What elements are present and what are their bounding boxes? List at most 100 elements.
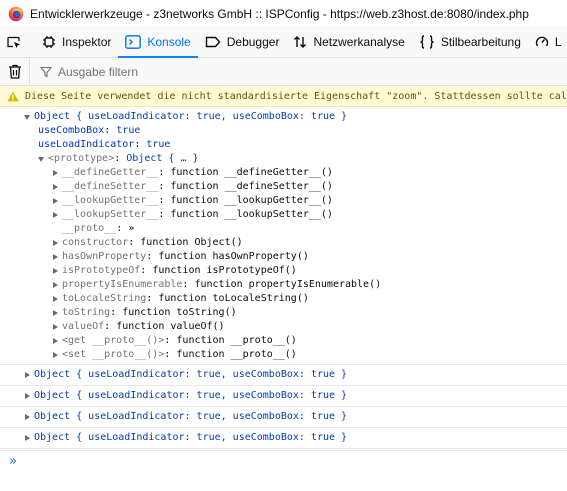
tab-debugger[interactable]: Debugger: [198, 27, 287, 57]
prototype-entry-value: function __proto__(): [176, 349, 297, 360]
tab-performance-label: L: [554, 35, 562, 49]
warning-message: Diese Seite verwendet die nicht standard…: [0, 86, 567, 107]
expand-toggle-icon[interactable]: [52, 292, 62, 306]
tab-inspector-label: Inspektor: [62, 35, 112, 49]
tab-debugger-label: Debugger: [226, 35, 280, 49]
expand-toggle-icon[interactable]: [52, 334, 62, 348]
object-header-row[interactable]: Object { useLoadIndicator: true, useComb…: [24, 110, 567, 124]
expand-toggle-icon[interactable]: [52, 250, 62, 264]
warning-icon: [7, 91, 19, 101]
network-icon: [294, 36, 307, 48]
trash-icon: [8, 64, 21, 79]
object-header-row[interactable]: Object { useLoadIndicator: true, useComb…: [24, 368, 567, 382]
prototype-entry-value: function toLocaleString(): [158, 293, 309, 304]
style-editor-icon: [420, 35, 434, 49]
window-titlebar: Entwicklerwerkzeuge - z3networks GmbH ::…: [0, 0, 567, 27]
console-filter-bar: Ausgabe filtern: [0, 57, 567, 86]
prototype-entry-row[interactable]: __lookupSetter__: function __lookupSette…: [24, 208, 567, 222]
prototype-entry-key: hasOwnProperty: [62, 251, 147, 262]
tab-performance[interactable]: L: [528, 27, 567, 57]
prototype-entry-value: function Object(): [140, 237, 243, 248]
expand-toggle-icon[interactable]: [24, 110, 34, 124]
object-header-row[interactable]: Object { useLoadIndicator: true, useComb…: [24, 410, 567, 424]
console-message-collapsed: Object { useLoadIndicator: true, useComb…: [0, 386, 567, 407]
prototype-entry-row[interactable]: toString: function toString(): [24, 306, 567, 320]
prototype-entry-value: function valueOf(): [116, 321, 225, 332]
expand-toggle-icon[interactable]: [24, 368, 34, 382]
object-preview: Object { useLoadIndicator: true, useComb…: [34, 369, 348, 380]
expand-toggle-icon[interactable]: [52, 180, 62, 194]
inspector-icon: [43, 36, 55, 48]
expand-toggle-icon[interactable]: [38, 152, 48, 166]
prototype-entry-key: __lookupGetter__: [62, 195, 159, 206]
prototype-entry-row[interactable]: valueOf: function valueOf(): [24, 320, 567, 334]
prototype-row[interactable]: <prototype>: Object { … }: [24, 152, 567, 166]
prototype-entry-key: valueOf: [62, 321, 105, 332]
expand-toggle-icon[interactable]: [52, 348, 62, 362]
prototype-entry-value: function propertyIsEnumerable(): [194, 279, 382, 290]
object-property-row: useLoadIndicator: true: [38, 139, 171, 150]
prototype-entry-row[interactable]: __defineGetter__: function __defineGette…: [24, 166, 567, 180]
prototype-entry-row: __proto__: »: [24, 222, 567, 236]
property-key: useComboBox: [38, 125, 105, 136]
property-key: useLoadIndicator: [38, 139, 135, 150]
prototype-entry-key: <get __proto__()>: [62, 335, 165, 346]
console-input[interactable]: »: [0, 450, 567, 473]
expand-toggle-icon[interactable]: [24, 389, 34, 403]
prototype-entry-value: »: [128, 223, 135, 234]
prototype-entry-value: function __lookupGetter__(): [170, 195, 333, 206]
console-filter-input[interactable]: Ausgabe filtern: [30, 65, 138, 79]
prototype-entry-row[interactable]: <set __proto__()>: function __proto__(): [24, 348, 567, 362]
clear-console-button[interactable]: [0, 57, 30, 86]
prototype-entry-value: function __defineGetter__(): [170, 167, 333, 178]
tab-style-editor[interactable]: Stilbearbeitung: [412, 27, 528, 57]
prototype-entry-key: toLocaleString: [62, 293, 147, 304]
prototype-entry-row[interactable]: constructor: function Object(): [24, 236, 567, 250]
prototype-entries: __defineGetter__: function __defineGette…: [24, 166, 567, 362]
expand-toggle-icon[interactable]: [52, 208, 62, 222]
collapsed-messages: Object { useLoadIndicator: true, useComb…: [0, 365, 567, 449]
console-message-expanded: Object { useLoadIndicator: true, useComb…: [0, 107, 567, 365]
tab-console[interactable]: Konsole: [118, 27, 199, 58]
devtools-toolbar: Inspektor Konsole Debugger Netzwerkanaly…: [0, 27, 567, 58]
expand-toggle-icon[interactable]: [52, 264, 62, 278]
expand-toggle-icon[interactable]: [24, 431, 34, 445]
expand-toggle-icon[interactable]: [52, 236, 62, 250]
prototype-entry-key: <set __proto__()>: [62, 349, 165, 360]
console-message-collapsed: Object { useLoadIndicator: true, useComb…: [0, 365, 567, 386]
prototype-entry-key: isPrototypeOf: [62, 265, 141, 276]
prototype-entry-row[interactable]: <get __proto__()>: function __proto__(): [24, 334, 567, 348]
prototype-entry-key: constructor: [62, 237, 129, 248]
prototype-entry-row[interactable]: __lookupGetter__: function __lookupGette…: [24, 194, 567, 208]
prototype-entry-row[interactable]: toLocaleString: function toLocaleString(…: [24, 292, 567, 306]
prototype-value: Object { … }: [126, 153, 199, 164]
prototype-entry-value: function __proto__(): [176, 335, 297, 346]
element-picker-button[interactable]: [0, 27, 35, 57]
object-header-row[interactable]: Object { useLoadIndicator: true, useComb…: [24, 431, 567, 445]
object-preview: Object { useLoadIndicator: true, useComb…: [34, 390, 348, 401]
object-preview: Object { useLoadIndicator: true, useComb…: [34, 411, 348, 422]
prototype-entry-key: __defineGetter__: [62, 167, 159, 178]
prototype-entry-value: function toString(): [122, 307, 237, 318]
warning-text: Diese Seite verwendet die nicht standard…: [25, 90, 567, 102]
filter-icon: [40, 66, 52, 77]
console-output[interactable]: Diese Seite verwendet die nicht standard…: [0, 86, 567, 450]
expand-toggle-icon[interactable]: [52, 278, 62, 292]
expand-toggle-icon[interactable]: [52, 194, 62, 208]
expand-toggle-icon[interactable]: [52, 166, 62, 180]
tab-inspector[interactable]: Inspektor: [35, 27, 118, 57]
console-filter-placeholder: Ausgabe filtern: [58, 64, 139, 79]
object-header-row[interactable]: Object { useLoadIndicator: true, useComb…: [24, 389, 567, 403]
prototype-entry-row[interactable]: __defineSetter__: function __defineSette…: [24, 180, 567, 194]
expand-toggle-icon[interactable]: [52, 306, 62, 320]
tab-network[interactable]: Netzwerkanalyse: [286, 27, 411, 57]
prototype-entry-key: __lookupSetter__: [62, 209, 159, 220]
expand-toggle-icon[interactable]: [24, 410, 34, 424]
prototype-entry-row[interactable]: propertyIsEnumerable: function propertyI…: [24, 278, 567, 292]
expand-toggle-icon[interactable]: [52, 320, 62, 334]
object-property-row: useComboBox: true: [38, 125, 141, 136]
prototype-entry-row[interactable]: hasOwnProperty: function hasOwnProperty(…: [24, 250, 567, 264]
prototype-entry-row[interactable]: isPrototypeOf: function isPrototypeOf(): [24, 264, 567, 278]
performance-icon: [535, 36, 549, 47]
firefox-logo-icon: [8, 6, 24, 21]
